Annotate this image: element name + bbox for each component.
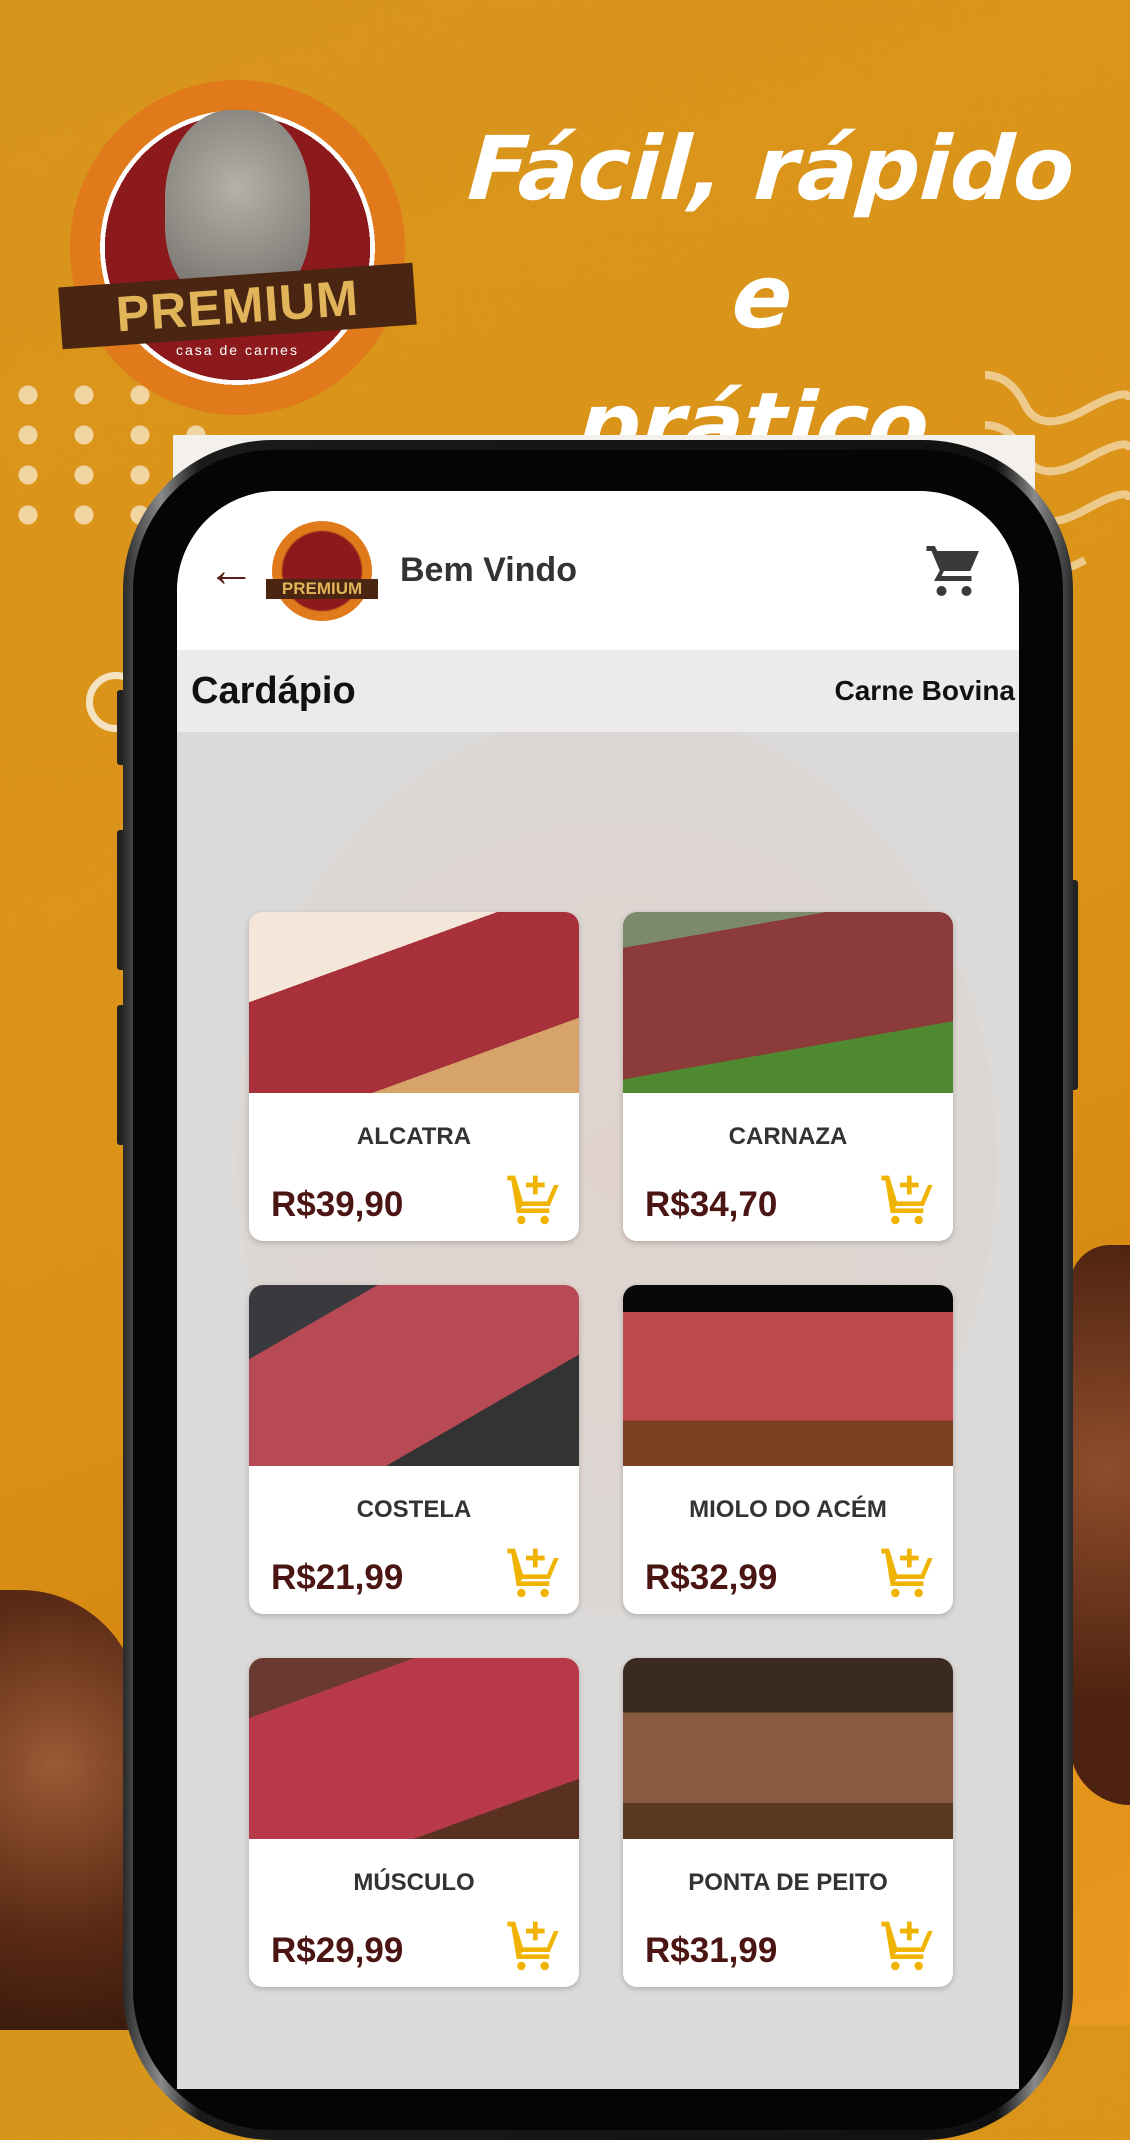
phone-mockup: ← PREMIUM Bem Vindo Cardápio Carne Bovin… xyxy=(123,440,1073,2140)
product-price: R$34,70 xyxy=(645,1185,778,1224)
product-price: R$39,90 xyxy=(271,1185,404,1224)
product-price: R$32,99 xyxy=(645,1558,778,1597)
product-card[interactable]: MIOLO DO ACÉM R$32,99 xyxy=(623,1285,953,1614)
product-name: PONTA DE PEITO xyxy=(688,1869,888,1896)
brand-logo: PREMIUM casa de carnes xyxy=(58,80,417,415)
category-label[interactable]: Carne Bovina xyxy=(835,675,1016,707)
product-card[interactable]: CARNAZA R$34,70 xyxy=(623,912,953,1241)
menu-title: Cardápio xyxy=(191,669,356,712)
meat-image-right xyxy=(1070,1245,1130,1805)
arrow-left-icon[interactable]: ← xyxy=(207,543,262,598)
app-screen: ← PREMIUM Bem Vindo Cardápio Carne Bovin… xyxy=(177,491,1019,2089)
add-to-cart-icon[interactable] xyxy=(879,1171,935,1227)
app-logo: PREMIUM xyxy=(266,520,378,621)
product-price: R$31,99 xyxy=(645,1931,778,1970)
product-card[interactable]: PONTA DE PEITO R$31,99 xyxy=(623,1658,953,1987)
headline-line-1: Fácil, rápido e xyxy=(465,117,1078,348)
add-to-cart-icon[interactable] xyxy=(879,1917,935,1973)
product-card[interactable]: COSTELA R$21,99 xyxy=(249,1285,579,1614)
product-name: CARNAZA xyxy=(728,1123,848,1150)
menu-bar: Cardápio Carne Bovina xyxy=(177,650,1019,732)
product-card[interactable]: ALCATRA R$39,90 xyxy=(249,912,579,1241)
product-price: R$21,99 xyxy=(271,1558,404,1597)
product-image[interactable] xyxy=(249,1285,579,1466)
add-to-cart-icon[interactable] xyxy=(505,1544,561,1600)
promo-headline: Fácil, rápido e prático xyxy=(437,105,1089,489)
product-price: R$29,99 xyxy=(271,1931,404,1970)
header-title: Bem Vindo xyxy=(400,551,577,589)
product-name: ALCATRA xyxy=(356,1123,472,1150)
logo-text: PREMIUM xyxy=(114,269,361,343)
add-to-cart-icon[interactable] xyxy=(879,1544,935,1600)
product-name: COSTELA xyxy=(356,1496,472,1523)
product-name: MÚSCULO xyxy=(353,1869,475,1896)
add-to-cart-icon[interactable] xyxy=(505,1917,561,1973)
product-image[interactable] xyxy=(623,912,953,1093)
product-name: MIOLO DO ACÉM xyxy=(689,1496,887,1523)
product-image[interactable] xyxy=(623,1285,953,1466)
logo-subtext: casa de carnes xyxy=(176,342,299,358)
logo-ribbon: PREMIUM xyxy=(58,262,417,350)
app-logo-text: PREMIUM xyxy=(266,578,378,599)
product-image[interactable] xyxy=(249,1658,579,1839)
product-image[interactable] xyxy=(623,1658,953,1839)
app-header: ← PREMIUM Bem Vindo xyxy=(177,491,1019,650)
product-image[interactable] xyxy=(249,912,579,1093)
meat-image-left xyxy=(0,1590,140,2030)
product-card[interactable]: MÚSCULO R$29,99 xyxy=(249,1658,579,1987)
cart-icon[interactable] xyxy=(924,541,984,601)
add-to-cart-icon[interactable] xyxy=(505,1171,561,1227)
